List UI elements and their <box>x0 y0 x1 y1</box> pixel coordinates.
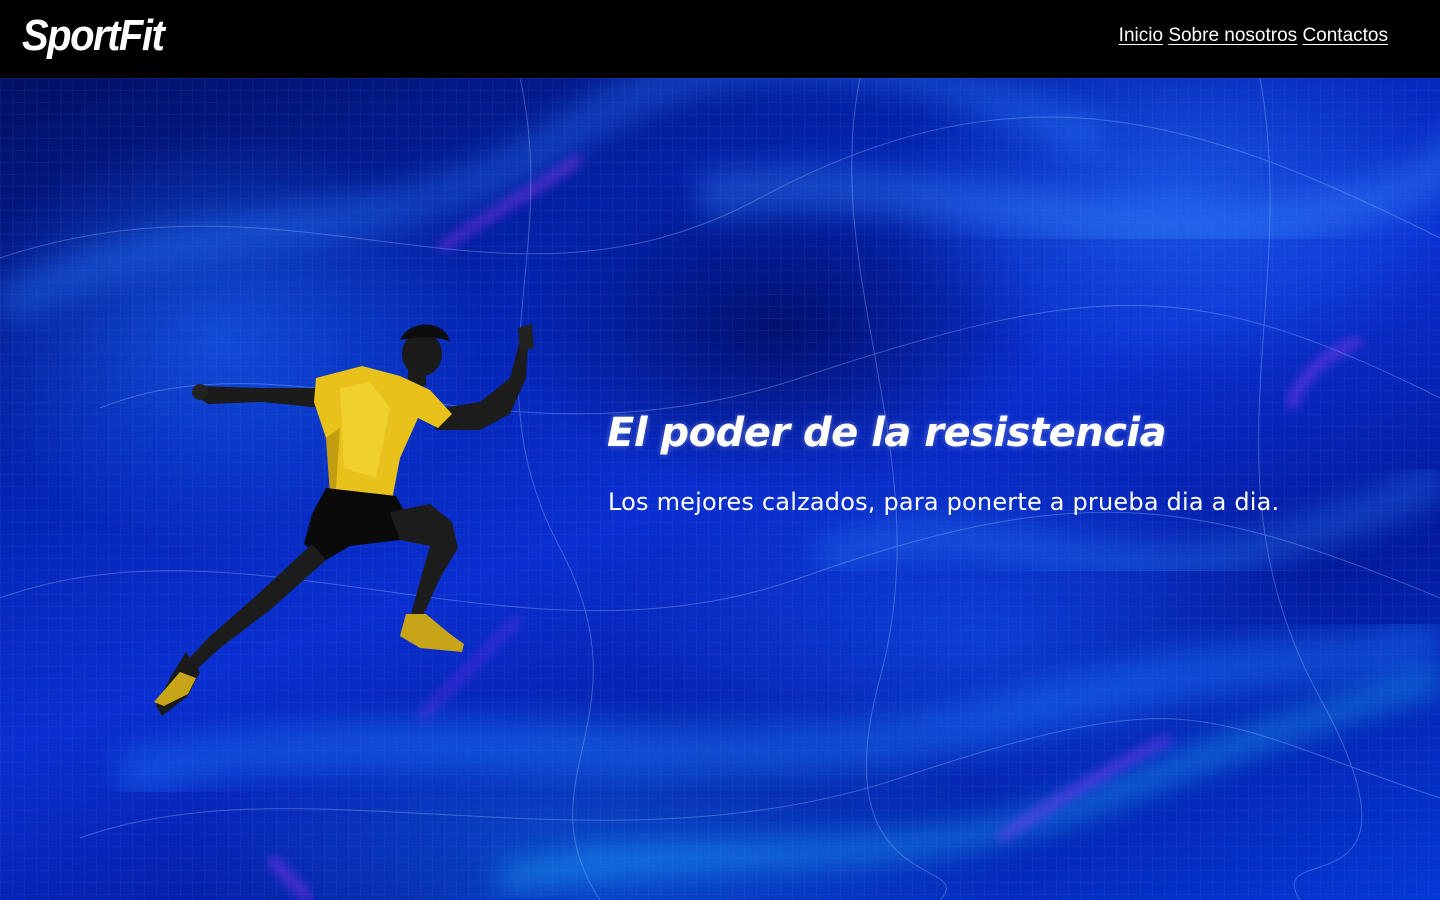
main-nav: Inicio Sobre nosotros Contactos <box>1119 25 1388 47</box>
hero-section: El poder de la resistencia Los mejores c… <box>0 78 1440 900</box>
hero-subtitle: Los mejores calzados, para ponerte a pru… <box>608 488 1280 516</box>
hero-title: El poder de la resistencia <box>607 410 1167 456</box>
site-header: SportFit Inicio Sobre nosotros Contactos <box>0 0 1440 78</box>
nav-link-sobre-nosotros[interactable]: Sobre nosotros <box>1168 25 1297 46</box>
nav-link-inicio[interactable]: Inicio <box>1119 25 1163 46</box>
runner-image <box>154 324 534 716</box>
nav-link-contactos[interactable]: Contactos <box>1302 25 1388 46</box>
site-logo[interactable]: SportFit <box>22 12 165 61</box>
